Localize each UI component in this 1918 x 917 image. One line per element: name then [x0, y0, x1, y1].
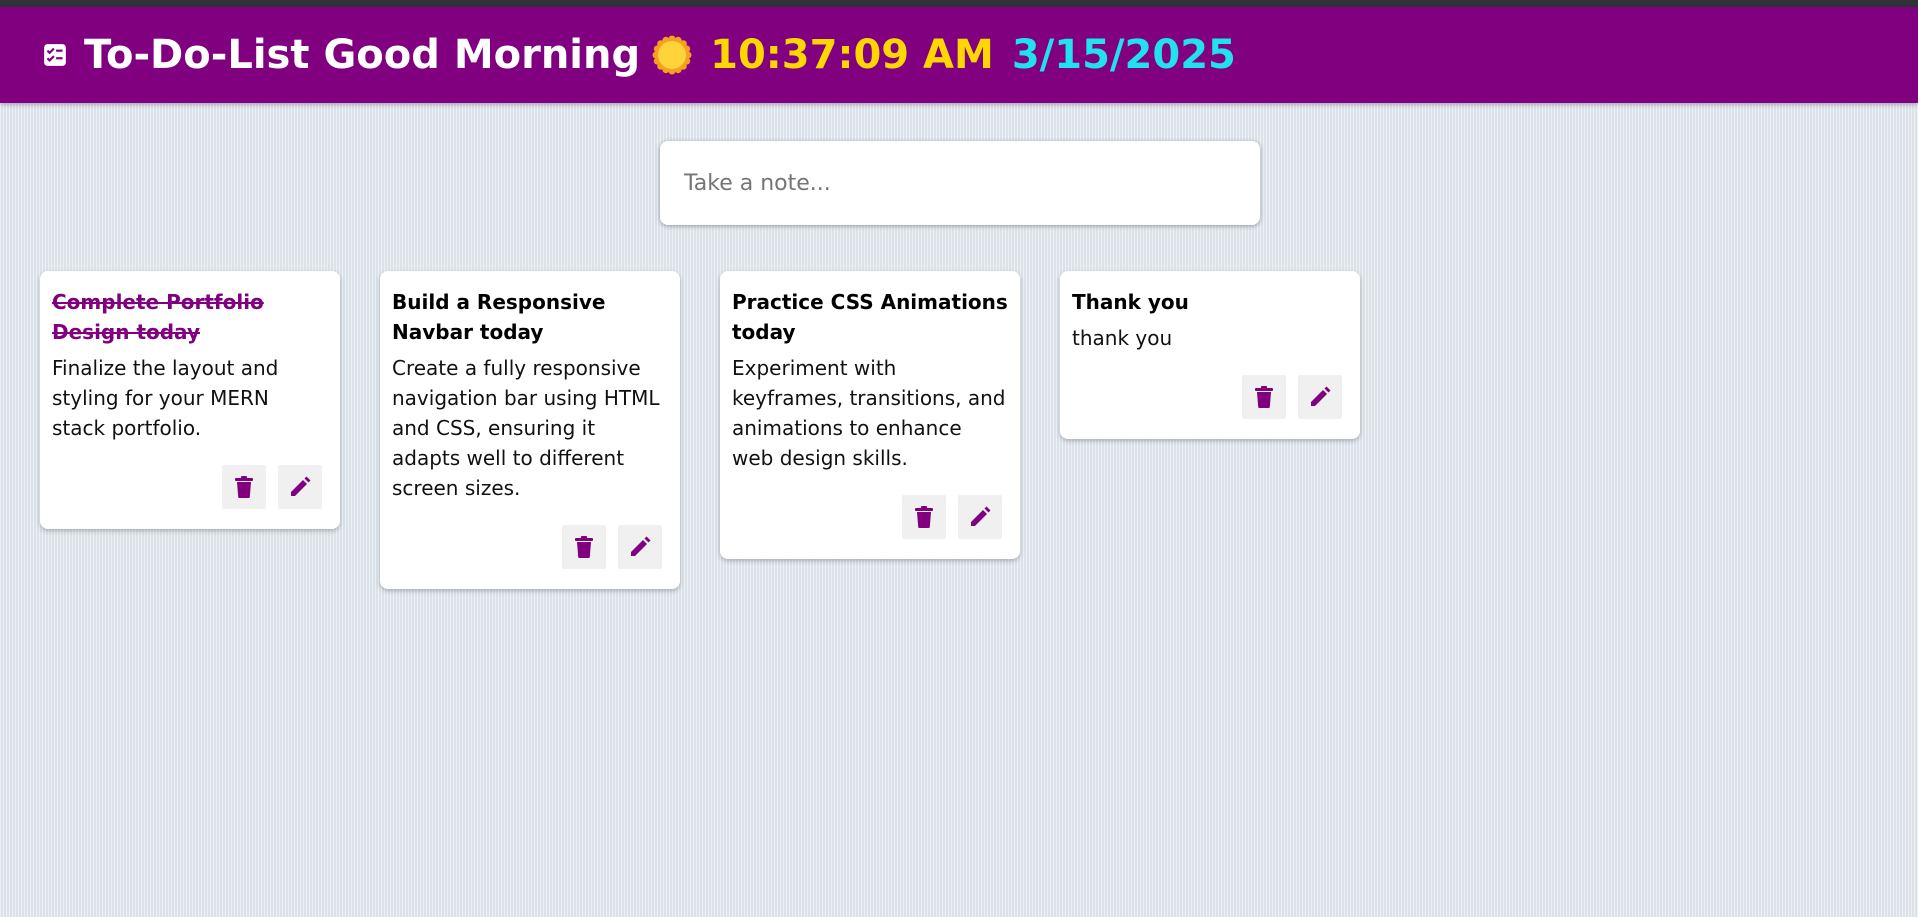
note-actions [52, 465, 328, 509]
pencil-icon [631, 536, 651, 556]
pencil-icon [291, 476, 311, 496]
window-top-bar [0, 0, 1918, 7]
trash-icon [1255, 386, 1273, 408]
edit-button[interactable] [278, 465, 322, 509]
edit-button[interactable] [618, 525, 662, 569]
note-content: Finalize the layout and styling for your… [52, 356, 279, 440]
note-actions [732, 495, 1008, 539]
pencil-icon [971, 506, 991, 526]
note-card: Build a Responsive Navbar today Create a… [380, 271, 680, 589]
note-title[interactable]: Build a Responsive Navbar today [392, 287, 668, 347]
note-actions [392, 525, 668, 569]
note-title[interactable]: Thank you [1072, 287, 1348, 317]
note-card: Practice CSS Animations today Experiment… [720, 271, 1020, 559]
pencil-icon [1311, 386, 1331, 406]
note-content: thank you [1072, 326, 1173, 350]
trash-icon [915, 506, 933, 528]
clock-date: 3/15/2025 [1011, 32, 1236, 78]
trash-icon [575, 536, 593, 558]
note-content: Create a fully responsive navigation bar… [392, 356, 660, 500]
clock-time: 10:37:09 AM [710, 32, 994, 78]
app-title: To-Do-List [84, 32, 310, 78]
app-header: To-Do-List Good Morning 10:37:09 AM 3/15… [0, 7, 1918, 103]
delete-button[interactable] [562, 525, 606, 569]
note-title[interactable]: Complete Portfolio Design today [52, 287, 328, 347]
note-card: Complete Portfolio Design today Finalize… [40, 271, 340, 529]
note-card: Thank you thank you [1060, 271, 1360, 439]
edit-button[interactable] [958, 495, 1002, 539]
checklist-icon [40, 40, 70, 70]
note-title[interactable]: Practice CSS Animations today [732, 287, 1008, 347]
note-input[interactable] [684, 170, 1260, 196]
trash-icon [235, 476, 253, 498]
note-input-container[interactable] [660, 141, 1260, 225]
greeting-text: Good Morning [323, 32, 641, 78]
delete-button[interactable] [222, 465, 266, 509]
header-text: To-Do-List Good Morning 10:37:09 AM 3/15… [84, 32, 1236, 78]
note-actions [1072, 375, 1348, 419]
delete-button[interactable] [1242, 375, 1286, 419]
edit-button[interactable] [1298, 375, 1342, 419]
sun-icon [652, 35, 692, 75]
note-content: Experiment with keyframes, transitions, … [732, 356, 1006, 470]
delete-button[interactable] [902, 495, 946, 539]
